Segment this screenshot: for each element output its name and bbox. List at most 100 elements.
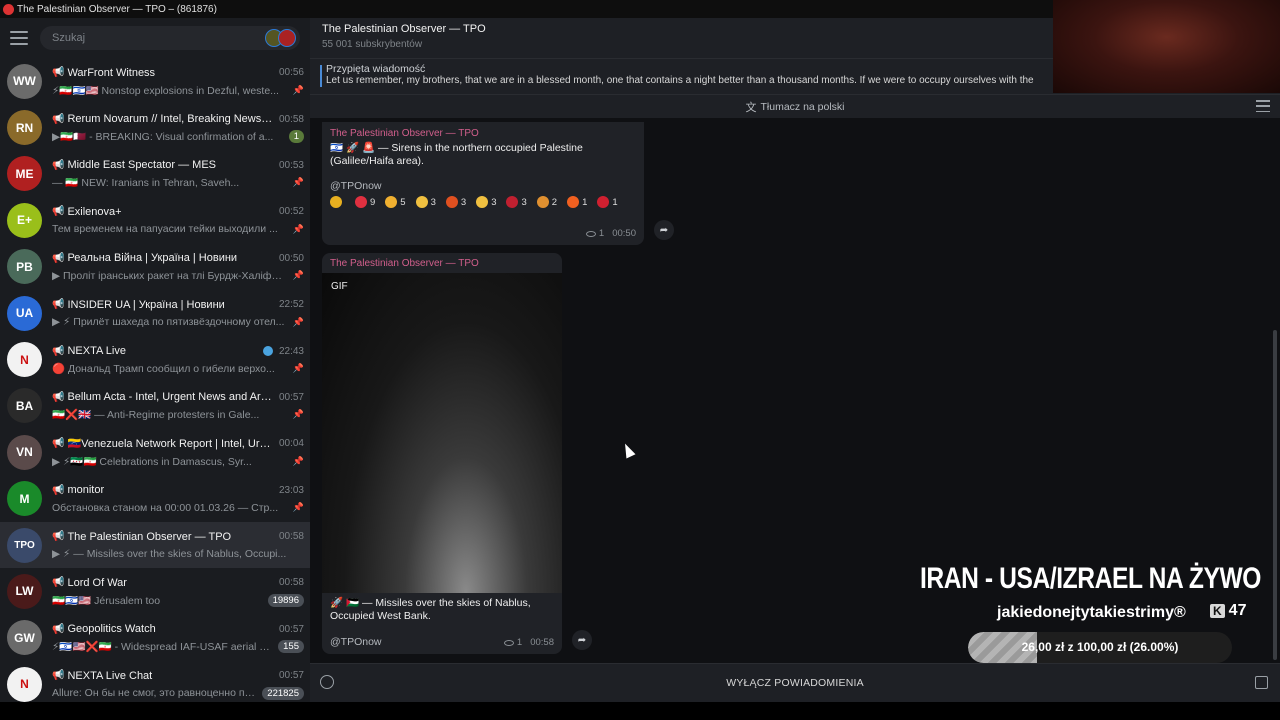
- reactions: 9 5 3 3 3 3 2 1 1: [330, 196, 636, 208]
- reaction-chip[interactable]: 9: [355, 196, 375, 208]
- webcam-overlay: [1053, 0, 1280, 93]
- chat-item[interactable]: РВ 📢 Реальна Війна | Україна | Новини 00…: [0, 244, 310, 290]
- chat-row-preview: ▶ ⚡🇸🇾🇮🇷 Celebrations in Damascus, Syr...…: [52, 453, 304, 470]
- reaction-count: 3: [430, 196, 436, 208]
- share-icon[interactable]: ➦: [654, 220, 674, 240]
- gift-icon[interactable]: [1255, 676, 1268, 689]
- comment-icon[interactable]: [320, 675, 334, 689]
- reaction-emoji-icon: [330, 196, 342, 208]
- pin-icon: 📌: [292, 502, 304, 513]
- reaction-chip[interactable]: [330, 196, 345, 208]
- channel-icon: 📢: [52, 345, 65, 357]
- chat-row-title: 📢 Exilenova+ 00:52: [52, 203, 304, 221]
- chat-row-preview: 🇮🇷❌🇬🇧 — Anti-Regime protesters in Gale..…: [52, 406, 304, 423]
- chat-item[interactable]: BA 📢 Bellum Acta - Intel, Urgent News an…: [0, 383, 310, 429]
- gif-media[interactable]: GIF: [322, 273, 562, 593]
- chat-item[interactable]: GW 📢 Geopolitics Watch 00:57 ⚡🇮🇱🇺🇸❌🇮🇷 - …: [0, 615, 310, 661]
- chat-body: 📢 🇻🇪Venezuela Network Report | Intel, Ur…: [52, 435, 304, 470]
- search-box[interactable]: [40, 26, 300, 50]
- chat-preview: — 🇮🇷 NEW: Iranians in Tehran, Saveh...: [52, 177, 240, 190]
- message-link[interactable]: @TPOnow: [330, 636, 382, 648]
- reaction-count: 5: [400, 196, 406, 208]
- translate-settings-icon[interactable]: [1256, 100, 1270, 112]
- chat-item[interactable]: VN 📢 🇻🇪Venezuela Network Report | Intel,…: [0, 429, 310, 475]
- chat-name: Lord Of War: [67, 576, 127, 589]
- chat-body: 📢 Bellum Acta - Intel, Urgent News and A…: [52, 388, 304, 423]
- story-avatar[interactable]: [278, 29, 296, 47]
- menu-icon[interactable]: [10, 31, 28, 45]
- channel-icon: 📢: [52, 113, 65, 125]
- chat-item[interactable]: LW 📢 Lord Of War 00:58 🇮🇷🇮🇱🇺🇸 Jérusalem …: [0, 568, 310, 614]
- avatar: WW: [7, 63, 42, 99]
- chat-row-title: 📢 NEXTA Live Chat 00:57: [52, 667, 304, 685]
- chat-item[interactable]: N 📢 NEXTA Live Chat 00:57 Allure: Он бы …: [0, 661, 310, 702]
- chat-time: 00:56: [278, 67, 304, 79]
- reaction-chip[interactable]: 2: [536, 196, 558, 208]
- chat-row-title: 📢 The Palestinian Observer — TPO 00:58: [52, 528, 304, 546]
- search-input[interactable]: [52, 32, 242, 44]
- message-sender[interactable]: The Palestinian Observer — TPO: [330, 258, 479, 269]
- reaction-emoji-icon: [506, 196, 519, 208]
- mute-button[interactable]: WYŁĄCZ POWIADOMIENIA: [726, 677, 864, 689]
- channel-icon: 📢: [52, 438, 65, 450]
- chat-preview: Обстановка станом на 00:00 01.03.26 — Ст…: [52, 501, 279, 514]
- message[interactable]: The Palestinian Observer — TPO 🇮🇱 🚀 🚨 — …: [322, 122, 644, 245]
- reaction-emoji-icon: [415, 196, 428, 208]
- reaction-count: 3: [491, 196, 497, 208]
- chat-item[interactable]: ME 📢 Middle East Spectator — MES 00:53 —…: [0, 151, 310, 197]
- stories[interactable]: [265, 29, 296, 47]
- pin-icon: 📌: [292, 316, 304, 327]
- share-icon[interactable]: ➦: [572, 630, 592, 650]
- message-meta: 1 00:50: [585, 228, 636, 239]
- reaction-chip[interactable]: 3: [445, 196, 466, 208]
- chat-preview: ⚡🇮🇱🇺🇸❌🇮🇷 - Widespread IAF-USAF aerial so…: [52, 641, 273, 654]
- chat-item[interactable]: E+ 📢 Exilenova+ 00:52 Тем временем на па…: [0, 197, 310, 243]
- chat-body: 📢 Exilenova+ 00:52 Тем временем на папуа…: [52, 203, 304, 238]
- avatar: BA: [7, 388, 42, 424]
- scrollbar[interactable]: [1273, 330, 1277, 660]
- chat-item[interactable]: WW 📢 WarFront Witness 00:56 ⚡🇮🇷🇮🇱🇺🇸 Nons…: [0, 58, 310, 104]
- chat-body: 📢 monitor 23:03 Обстановка станом на 00:…: [52, 481, 304, 516]
- reaction-chip[interactable]: 3: [506, 196, 527, 208]
- chat-preview: ▶ ⚡ — Missiles over the skies of Nablus,…: [52, 548, 287, 561]
- reaction-count: 2: [551, 196, 558, 208]
- unread-badge: 19896: [267, 593, 304, 607]
- chat-name: INSIDER UA | Україна | Новини: [67, 298, 225, 311]
- chat-item[interactable]: M 📢 monitor 23:03 Обстановка станом на 0…: [0, 476, 310, 522]
- message[interactable]: The Palestinian Observer — TPO GIF 🚀 🇵🇸 …: [322, 253, 562, 654]
- donation-text: 26,00 zł z 100,00 zł (26.00%): [1021, 640, 1179, 654]
- unread-badge: 155: [278, 640, 304, 654]
- reaction-chip[interactable]: 3: [476, 196, 496, 208]
- chat-name: NEXTA Live Chat: [67, 669, 153, 682]
- kick-icon: K: [1210, 604, 1225, 618]
- chat-row-preview: ▶ ⚡ — Missiles over the skies of Nablus,…: [52, 546, 304, 563]
- chat-preview: 🇮🇷❌🇬🇧 — Anti-Regime protesters in Gale..…: [52, 409, 260, 422]
- chat-name: Реальна Війна | Україна | Новини: [67, 252, 238, 265]
- reaction-emoji-icon: [567, 196, 580, 208]
- reaction-chip[interactable]: 3: [415, 196, 436, 208]
- reaction-chip[interactable]: 5: [385, 196, 406, 208]
- chat-body: 📢 The Palestinian Observer — TPO 00:58 ▶…: [52, 528, 304, 563]
- message-link[interactable]: @TPOnow: [330, 180, 636, 192]
- translate-button[interactable]: Tłumacz na polski: [760, 101, 844, 113]
- chat-item[interactable]: RN 📢 Rerum Novarum // Intel, Breaking Ne…: [0, 104, 310, 150]
- chat-body: 📢 Реальна Війна | Україна | Новини 00:50…: [52, 249, 304, 284]
- reaction-chip[interactable]: 1: [597, 196, 618, 208]
- chat-row-preview: Обстановка станом на 00:00 01.03.26 — Ст…: [52, 499, 304, 516]
- chat-time: 00:58: [278, 531, 304, 543]
- chat-item[interactable]: TPO 📢 The Palestinian Observer — TPO 00:…: [0, 521, 310, 569]
- chat-row-title: 📢 Middle East Spectator — MES 00:53: [52, 156, 304, 174]
- chat-body: 📢 Lord Of War 00:58 🇮🇷🇮🇱🇺🇸 Jérusalem too…: [52, 574, 304, 609]
- view-count: 1: [598, 228, 605, 239]
- chat-name: 🇻🇪Venezuela Network Report | Intel, Urge…: [67, 438, 273, 451]
- chat-item[interactable]: N 📢 NEXTA Live 22:43 🔴 Дональд Трамп соо…: [0, 336, 310, 382]
- chat-preview: 🇮🇷🇮🇱🇺🇸 Jérusalem too: [52, 594, 161, 607]
- reaction-chip[interactable]: 1: [567, 196, 587, 208]
- telegram-app-icon: [3, 3, 14, 15]
- avatar: TPO: [7, 527, 42, 563]
- donation-bar: 26,00 zł z 100,00 zł (26.00%): [968, 632, 1232, 663]
- chat-body: 📢 Middle East Spectator — MES 00:53 — 🇮🇷…: [52, 156, 304, 191]
- chat-item[interactable]: UA 📢 INSIDER UA | Україна | Новини 22:52…: [0, 290, 310, 336]
- reaction-emoji-icon: [476, 196, 489, 208]
- message-sender[interactable]: The Palestinian Observer — TPO: [330, 128, 636, 139]
